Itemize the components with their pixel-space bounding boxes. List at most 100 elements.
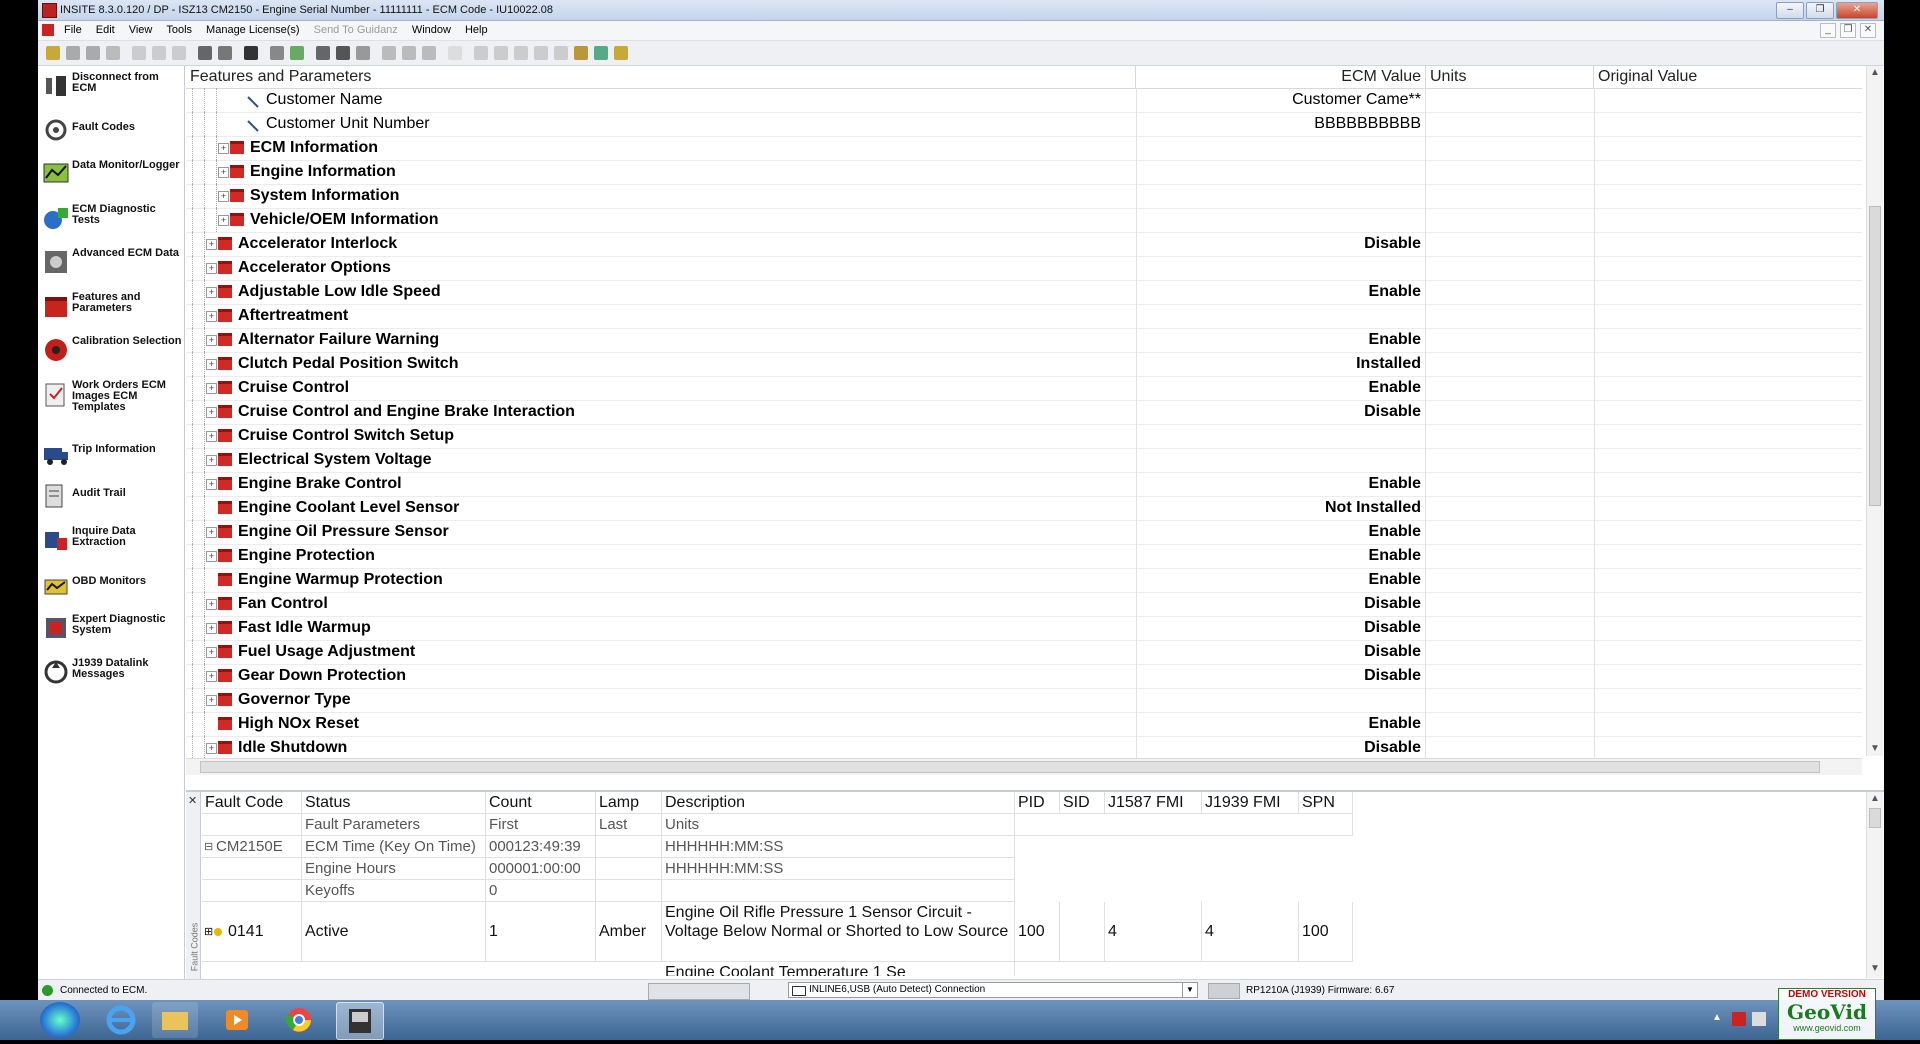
ecm-value-cell[interactable]: Not Installed (1136, 496, 1426, 520)
collapse-icon[interactable]: ⊟ (204, 836, 213, 857)
ecm-value-cell[interactable]: Enable (1136, 328, 1426, 352)
expand-icon[interactable]: + (206, 407, 217, 418)
menu-window[interactable]: Window (412, 24, 451, 36)
parameter-row[interactable]: Customer Unit Number BBBBBBBBBB (186, 112, 1862, 137)
parameter-row[interactable]: Engine Warmup Protection Enable (186, 568, 1862, 593)
new-icon[interactable] (46, 46, 60, 60)
expand-icon[interactable]: + (206, 335, 217, 346)
column-header-original-value[interactable]: Original Value (1594, 66, 1862, 88)
scroll-down-icon[interactable]: ▼ (1867, 962, 1883, 976)
ecm-value-cell[interactable] (1136, 136, 1426, 160)
edit-icon[interactable] (290, 46, 304, 60)
ecm-value-cell[interactable] (1136, 160, 1426, 184)
ecm-value-cell[interactable]: Disable (1136, 640, 1426, 664)
close-icon[interactable]: ✕ (188, 794, 197, 807)
menu-help[interactable]: Help (465, 24, 488, 36)
sidebar-item-data-monitor[interactable]: Data Monitor/Logger (38, 154, 184, 200)
parameter-row[interactable]: + ECM Information (186, 136, 1862, 161)
expand-icon[interactable]: + (206, 671, 217, 682)
sidebar-item-disconnect[interactable]: Disconnect from ECM (38, 66, 184, 112)
export-icon[interactable] (402, 46, 416, 60)
sidebar-item-advanced-ecm[interactable]: Advanced ECM Data (38, 242, 184, 288)
parameter-row[interactable]: + Gear Down Protection Disable (186, 664, 1862, 689)
parameter-row[interactable]: + Engine Brake Control Enable (186, 472, 1862, 497)
menu-manage-licenses[interactable]: Manage License(s) (206, 24, 300, 36)
file-explorer-icon[interactable] (152, 1002, 198, 1038)
grid-horizontal-scrollbar[interactable] (186, 758, 1862, 775)
expand-icon[interactable]: + (206, 239, 217, 250)
parameter-row[interactable]: + Fuel Usage Adjustment Disable (186, 640, 1862, 665)
fault-row-code[interactable]: ⊞ 0141 (202, 902, 302, 962)
mdi-close-button[interactable]: ✕ (1860, 23, 1876, 38)
fault-header-count[interactable]: Count (486, 792, 596, 814)
column-header-units[interactable]: Units (1426, 66, 1594, 88)
parameter-row[interactable]: + Alternator Failure Warning Enable (186, 328, 1862, 353)
filter-icon[interactable] (422, 46, 436, 60)
ecm-value-cell[interactable] (1136, 256, 1426, 280)
column-header-feature[interactable]: Features and Parameters (186, 66, 1136, 88)
expand-icon[interactable]: + (206, 359, 217, 370)
parameter-row[interactable]: + Electrical System Voltage (186, 448, 1862, 473)
parameter-row[interactable]: + Fast Idle Warmup Disable (186, 616, 1862, 641)
ecm-value-cell[interactable]: BBBBBBBBBB (1136, 112, 1426, 136)
find-icon[interactable] (244, 46, 258, 60)
expand-icon[interactable]: + (206, 695, 217, 706)
expand-icon[interactable]: + (206, 599, 217, 610)
mdi-minimize-button[interactable]: _ (1820, 23, 1836, 38)
expand-icon[interactable]: + (218, 215, 229, 226)
parameter-row[interactable]: + Vehicle/OEM Information (186, 208, 1862, 233)
column-header-ecm-value[interactable]: ECM Value (1136, 66, 1426, 88)
stop-icon[interactable] (554, 46, 568, 60)
ecm-value-cell[interactable] (1136, 184, 1426, 208)
ecm-value-cell[interactable]: Disable (1136, 736, 1426, 760)
paste-icon[interactable] (172, 46, 186, 60)
expand-icon[interactable]: + (206, 479, 217, 490)
transfer-icon[interactable] (574, 46, 588, 60)
sidebar-item-calibration[interactable]: Calibration Selection (38, 330, 184, 376)
sidebar-item-expert-diagnostic[interactable]: Expert Diagnostic System (38, 608, 184, 654)
cut-icon[interactable] (132, 46, 146, 60)
menu-view[interactable]: View (129, 24, 153, 36)
ecm-value-cell[interactable] (1136, 448, 1426, 472)
ecm-value-cell[interactable]: Enable (1136, 520, 1426, 544)
scroll-thumb[interactable] (1869, 206, 1881, 506)
parameter-row[interactable]: + Governor Type (186, 688, 1862, 713)
fault-header-j1587-fmi[interactable]: J1587 FMI (1105, 792, 1202, 814)
parameter-row[interactable]: + Clutch Pedal Position Switch Installed (186, 352, 1862, 377)
sidebar-item-diagnostic-tests[interactable]: ECM Diagnostic Tests (38, 198, 184, 244)
scroll-down-icon[interactable]: ▼ (1867, 742, 1883, 756)
save-icon[interactable] (86, 46, 100, 60)
ecm-value-cell[interactable]: Installed (1136, 352, 1426, 376)
notes-icon[interactable] (614, 46, 628, 60)
ecm-value-cell[interactable] (1136, 304, 1426, 328)
copy-icon[interactable] (152, 46, 166, 60)
sidebar-item-audit-trail[interactable]: Audit Trail (38, 476, 184, 522)
sidebar-item-j1939[interactable]: J1939 Datalink Messages (38, 652, 184, 698)
print-preview-icon[interactable] (218, 46, 232, 60)
sidebar-item-fault-codes[interactable]: Fault Codes (38, 110, 184, 156)
chrome-icon[interactable] (276, 1002, 322, 1038)
parameter-row[interactable]: + Cruise Control Switch Setup (186, 424, 1862, 449)
parameter-row[interactable]: + Engine Oil Pressure Sensor Enable (186, 520, 1862, 545)
sidebar-item-obd-monitors[interactable]: OBD Monitors (38, 564, 184, 610)
refresh-icon[interactable] (270, 46, 284, 60)
parameter-row[interactable]: + Fan Control Disable (186, 592, 1862, 617)
tray-flag-icon[interactable] (1732, 1012, 1746, 1026)
sidebar-item-features-parameters[interactable]: Features and Parameters (38, 286, 184, 332)
calibrate-icon[interactable] (594, 46, 608, 60)
ecm-value-cell[interactable]: Disable (1136, 400, 1426, 424)
expand-icon[interactable]: + (206, 551, 217, 562)
ecm-value-cell[interactable] (1136, 208, 1426, 232)
record-icon[interactable] (474, 46, 488, 60)
internet-explorer-icon[interactable] (98, 1002, 144, 1038)
parameter-row[interactable]: + Aftertreatment (186, 304, 1862, 329)
expand-icon[interactable]: + (206, 383, 217, 394)
scroll-thumb[interactable] (200, 761, 1820, 773)
parameter-row[interactable]: High NOx Reset Enable (186, 712, 1862, 737)
ecm-value-cell[interactable]: Enable (1136, 472, 1426, 496)
fault-codes-tab[interactable]: ✕ Fault Codes (186, 792, 201, 980)
expand-icon[interactable]: + (206, 311, 217, 322)
tray-network-icon[interactable] (1752, 1012, 1766, 1026)
expand-icon[interactable]: + (206, 431, 217, 442)
ecm-value-cell[interactable]: Enable (1136, 280, 1426, 304)
